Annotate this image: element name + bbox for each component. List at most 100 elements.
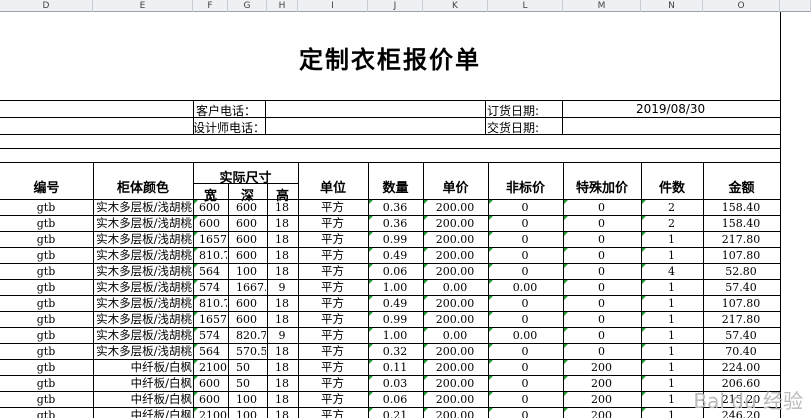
cell-color[interactable]: 实木多层板/浅胡桃 bbox=[93, 264, 192, 279]
cell-h[interactable]: 18 bbox=[267, 264, 297, 279]
cell-price[interactable]: 200.00 bbox=[423, 296, 487, 311]
cell-qty[interactable]: 1.00 bbox=[368, 328, 422, 343]
cell-nonstd[interactable]: 0 bbox=[488, 360, 562, 375]
cell-qty[interactable]: 0.49 bbox=[368, 296, 422, 311]
cell-code[interactable]: gtb bbox=[0, 328, 92, 343]
cell-h[interactable]: 9 bbox=[267, 328, 297, 343]
cell-d[interactable]: 100 bbox=[236, 264, 266, 279]
cell-qty[interactable]: 0.36 bbox=[368, 216, 422, 231]
cell-w[interactable]: 600 bbox=[199, 392, 227, 407]
cell-h[interactable]: 18 bbox=[267, 296, 297, 311]
cell-code[interactable]: gtb bbox=[0, 392, 92, 407]
cell-unit[interactable]: 平方 bbox=[298, 376, 367, 391]
cell-code[interactable]: gtb bbox=[0, 264, 92, 279]
cell-pieces[interactable]: 1 bbox=[641, 232, 702, 247]
cell-nonstd[interactable]: 0 bbox=[488, 312, 562, 327]
cell-price[interactable]: 0.00 bbox=[423, 280, 487, 295]
cell-pieces[interactable]: 1 bbox=[641, 296, 702, 311]
cell-unit[interactable]: 平方 bbox=[298, 216, 367, 231]
cell-w[interactable]: 2100 bbox=[199, 360, 227, 375]
cell-nonstd[interactable]: 0.00 bbox=[488, 328, 562, 343]
cell-d[interactable]: 100 bbox=[236, 392, 266, 407]
cell-code[interactable]: gtb bbox=[0, 216, 92, 231]
cell-unit[interactable]: 平方 bbox=[298, 296, 367, 311]
column-header-o[interactable]: O bbox=[703, 0, 780, 12]
cell-special[interactable]: 200 bbox=[563, 360, 640, 375]
cell-w[interactable]: 810.7 bbox=[199, 248, 227, 263]
cell-nonstd[interactable]: 0 bbox=[488, 376, 562, 391]
cell-qty[interactable]: 0.32 bbox=[368, 344, 422, 359]
cell-amount[interactable]: 158.40 bbox=[703, 216, 779, 231]
cell-amount[interactable]: 70.40 bbox=[703, 344, 779, 359]
cell-qty[interactable]: 0.06 bbox=[368, 392, 422, 407]
cell-nonstd[interactable]: 0 bbox=[488, 216, 562, 231]
cell-price[interactable]: 200.00 bbox=[423, 248, 487, 263]
cell-code[interactable]: gtb bbox=[0, 280, 92, 295]
cell-w[interactable]: 2100 bbox=[199, 408, 227, 418]
cell-unit[interactable]: 平方 bbox=[298, 344, 367, 359]
cell-special[interactable]: 0 bbox=[563, 200, 640, 215]
cell-color[interactable]: 实木多层板/浅胡桃 bbox=[93, 248, 192, 263]
cell-d[interactable]: 820.7 bbox=[236, 328, 266, 343]
cell-d[interactable]: 1667.3 bbox=[236, 280, 266, 295]
cell-color[interactable]: 实木多层板/浅胡桃 bbox=[93, 344, 192, 359]
cell-nonstd[interactable]: 0 bbox=[488, 344, 562, 359]
cell-unit[interactable]: 平方 bbox=[298, 200, 367, 215]
cell-qty[interactable]: 0.21 bbox=[368, 408, 422, 418]
cell-unit[interactable]: 平方 bbox=[298, 264, 367, 279]
cell-color[interactable]: 中纤板/白枫 bbox=[93, 376, 192, 391]
cell-code[interactable]: gtb bbox=[0, 296, 92, 311]
cell-code[interactable]: gtb bbox=[0, 200, 92, 215]
column-header-e[interactable]: E bbox=[93, 0, 193, 12]
cell-nonstd[interactable]: 0 bbox=[488, 232, 562, 247]
cell-w[interactable]: 600 bbox=[199, 200, 227, 215]
cell-h[interactable]: 18 bbox=[267, 216, 297, 231]
cell-unit[interactable]: 平方 bbox=[298, 328, 367, 343]
cell-special[interactable]: 200 bbox=[563, 376, 640, 391]
cell-color[interactable]: 实木多层板/浅胡桃 bbox=[93, 200, 192, 215]
cell-code[interactable]: gtb bbox=[0, 248, 92, 263]
cell-unit[interactable]: 平方 bbox=[298, 232, 367, 247]
cell-amount[interactable]: 217.80 bbox=[703, 312, 779, 327]
cell-d[interactable]: 100 bbox=[236, 408, 266, 418]
cell-h[interactable]: 18 bbox=[267, 248, 297, 263]
cell-amount[interactable]: 107.80 bbox=[703, 248, 779, 263]
cell-amount[interactable]: 57.40 bbox=[703, 328, 779, 343]
column-header-m[interactable]: M bbox=[563, 0, 641, 12]
column-header-h[interactable]: H bbox=[267, 0, 298, 12]
cell-nonstd[interactable]: 0 bbox=[488, 248, 562, 263]
cell-pieces[interactable]: 2 bbox=[641, 216, 702, 231]
column-header-l[interactable]: L bbox=[488, 0, 563, 12]
cell-h[interactable]: 18 bbox=[267, 200, 297, 215]
cell-nonstd[interactable]: 0 bbox=[488, 296, 562, 311]
cell-d[interactable]: 600 bbox=[236, 296, 266, 311]
cell-unit[interactable]: 平方 bbox=[298, 360, 367, 375]
cell-h[interactable]: 18 bbox=[267, 344, 297, 359]
cell-unit[interactable]: 平方 bbox=[298, 312, 367, 327]
cell-w[interactable]: 1657.3 bbox=[199, 312, 227, 327]
cell-d[interactable]: 570.5 bbox=[236, 344, 266, 359]
cell-h[interactable]: 18 bbox=[267, 392, 297, 407]
cell-special[interactable]: 200 bbox=[563, 408, 640, 418]
column-header-j[interactable]: J bbox=[368, 0, 423, 12]
cell-d[interactable]: 600 bbox=[236, 248, 266, 263]
cell-amount[interactable]: 224.00 bbox=[703, 360, 779, 375]
cell-nonstd[interactable]: 0 bbox=[488, 392, 562, 407]
order-date-value[interactable]: 2019/08/30 bbox=[636, 102, 705, 116]
cell-qty[interactable]: 0.99 bbox=[368, 232, 422, 247]
cell-special[interactable]: 0 bbox=[563, 344, 640, 359]
cell-price[interactable]: 200.00 bbox=[423, 408, 487, 418]
column-header-f[interactable]: F bbox=[193, 0, 228, 12]
cell-nonstd[interactable]: 0.00 bbox=[488, 280, 562, 295]
cell-qty[interactable]: 0.49 bbox=[368, 248, 422, 263]
cell-price[interactable]: 200.00 bbox=[423, 312, 487, 327]
cell-color[interactable]: 中纤板/白枫 bbox=[93, 360, 192, 375]
cell-unit[interactable]: 平方 bbox=[298, 392, 367, 407]
cell-nonstd[interactable]: 0 bbox=[488, 200, 562, 215]
column-header-g[interactable]: G bbox=[228, 0, 267, 12]
cell-d[interactable]: 600 bbox=[236, 232, 266, 247]
cell-nonstd[interactable]: 0 bbox=[488, 408, 562, 418]
cell-d[interactable]: 600 bbox=[236, 216, 266, 231]
cell-color[interactable]: 实木多层板/浅胡桃 bbox=[93, 328, 192, 343]
cell-code[interactable]: gtb bbox=[0, 232, 92, 247]
